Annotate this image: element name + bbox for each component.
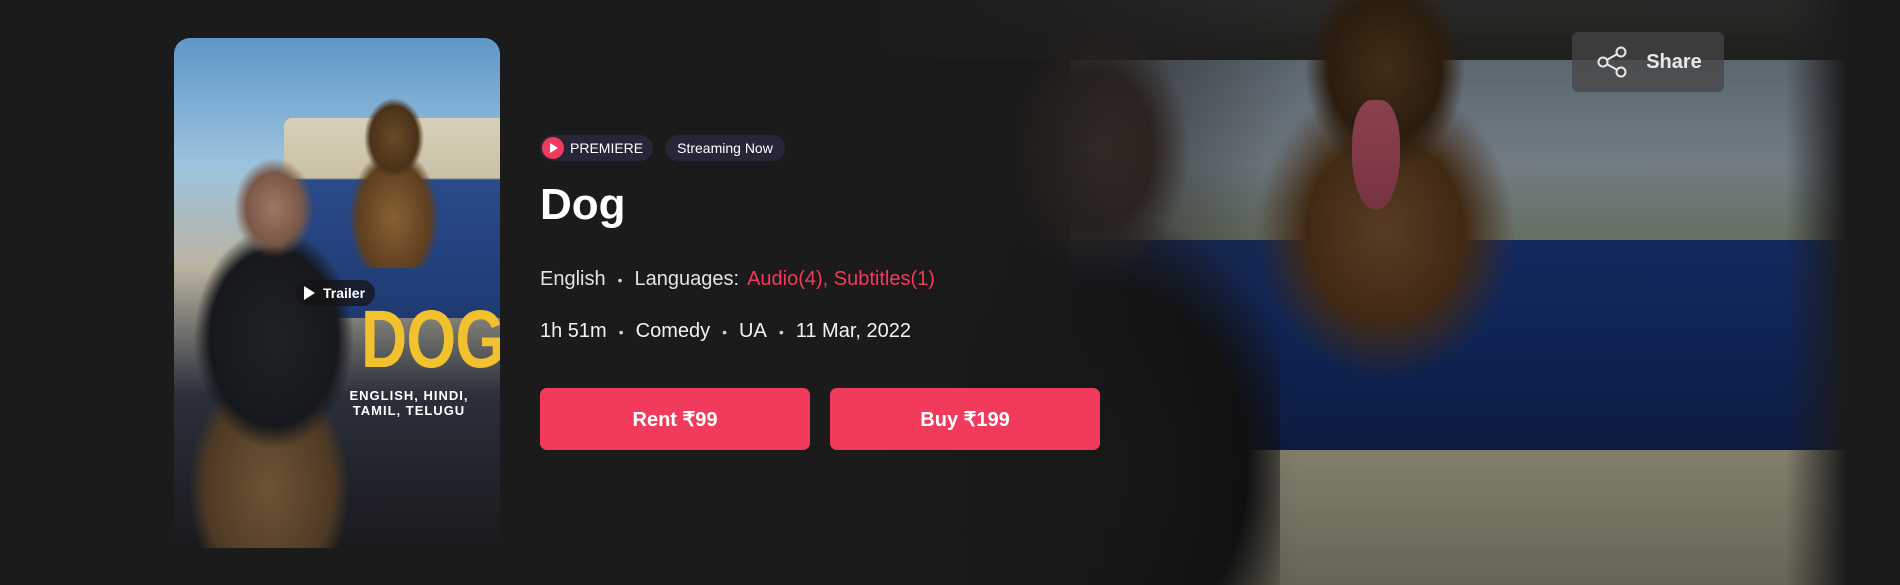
movie-title: Dog	[540, 180, 626, 229]
rent-button[interactable]: Rent ₹99	[540, 388, 810, 450]
premiere-label: PREMIERE	[570, 140, 644, 156]
separator-dot: •	[618, 323, 624, 340]
share-button[interactable]: Share	[1572, 32, 1724, 92]
premiere-badge: PREMIERE	[540, 135, 654, 161]
share-label: Share	[1646, 50, 1702, 73]
buy-button[interactable]: Buy ₹199	[830, 388, 1100, 450]
status-label: Streaming Now	[677, 140, 773, 156]
poster-title-art: DOG	[361, 294, 500, 385]
separator-dot: •	[778, 323, 784, 340]
play-icon	[304, 286, 315, 300]
age-rating: UA	[739, 320, 767, 342]
trailer-button[interactable]: Trailer	[296, 280, 376, 306]
languages-value-link[interactable]: Audio(4), Subtitles(1)	[747, 268, 935, 291]
details-line: 1h 51m • Comedy • UA • 11 Mar, 2022	[540, 320, 911, 343]
separator-dot: •	[722, 323, 728, 340]
share-icon	[1597, 46, 1627, 78]
primary-language: English	[540, 268, 606, 290]
genre: Comedy	[635, 320, 711, 342]
language-line: English • Languages: Audio(4), Subtitles…	[540, 268, 935, 291]
trailer-label: Trailer	[323, 285, 366, 301]
poster-languages-art: ENGLISH, HINDI, TAMIL, TELUGU	[349, 388, 469, 418]
duration: 1h 51m	[540, 320, 607, 342]
status-badge: Streaming Now	[665, 135, 785, 161]
separator-dot: •	[617, 271, 623, 288]
languages-label: Languages:	[634, 268, 740, 290]
badge-row: PREMIERE Streaming Now	[540, 135, 785, 161]
release-date: 11 Mar, 2022	[795, 320, 911, 342]
premiere-play-icon	[542, 137, 564, 159]
